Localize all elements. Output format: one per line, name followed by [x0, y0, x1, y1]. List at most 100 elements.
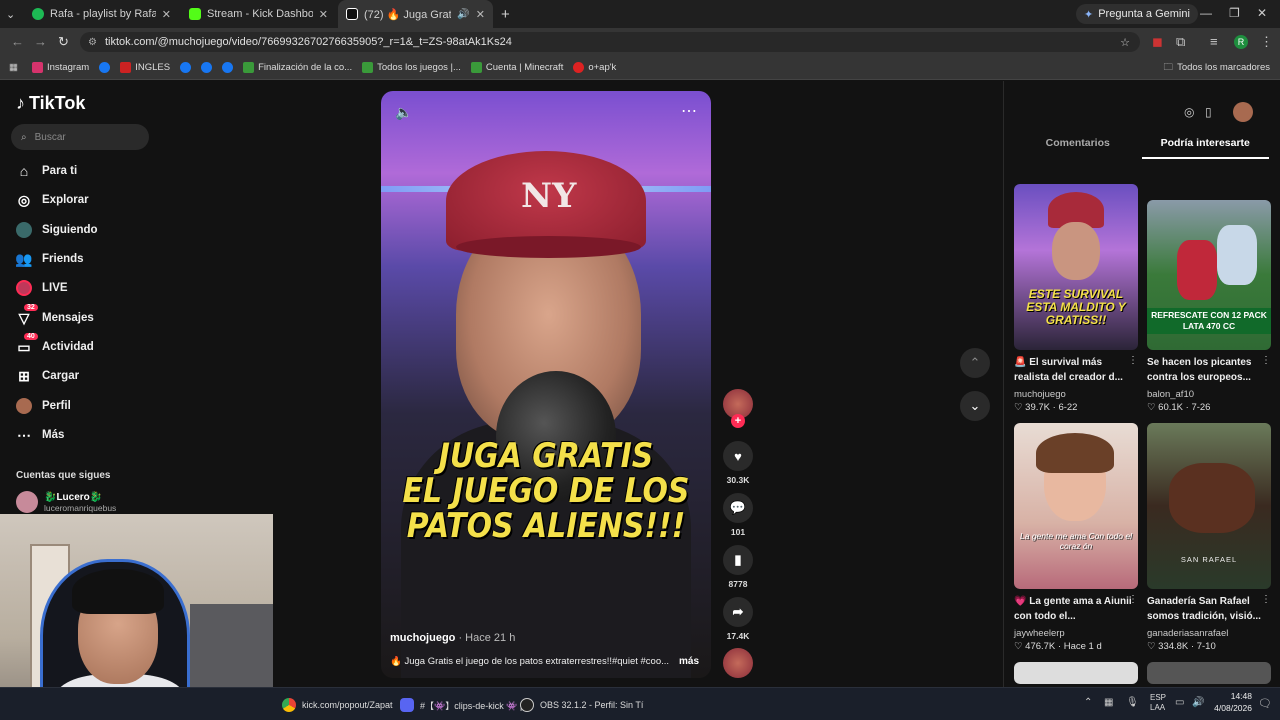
bookmark-facebook-3[interactable] — [201, 62, 213, 73]
comment-action[interactable]: 💬 101 — [722, 493, 754, 537]
bookmark-ingles[interactable]: INGLES — [120, 62, 170, 73]
taskbar-item-discord[interactable]: #【👾】clips-de-kick 👾 | — [400, 698, 522, 712]
recommended-title[interactable]: Se hacen los picantes contra los europeo… — [1147, 355, 1267, 385]
url-bar[interactable]: ⚙ tiktok.com/@muchojuego/video/766993267… — [80, 32, 1140, 52]
recommended-thumbnail[interactable]: La gente me ama Con todo el coraz ón — [1014, 423, 1138, 589]
next-video-button[interactable]: ⌄ — [960, 391, 990, 421]
bookmark-facebook[interactable] — [99, 62, 111, 73]
network-icon[interactable]: ▭ — [1175, 697, 1184, 708]
nav-para-ti[interactable]: ⌂ Para ti — [16, 160, 156, 182]
close-window-icon[interactable]: ✕ — [1257, 6, 1267, 20]
close-icon[interactable]: ✕ — [162, 8, 171, 21]
new-tab-button[interactable]: + — [493, 0, 518, 28]
site-info-icon[interactable]: ⚙ — [88, 37, 97, 48]
tab-search-button[interactable]: ⌄ — [0, 0, 15, 28]
comment-icon[interactable]: 💬 — [723, 493, 753, 523]
tab-comentarios[interactable]: Comentarios — [1014, 137, 1142, 159]
like-action[interactable]: ♥ 30.3K — [722, 441, 754, 485]
more-options-icon[interactable]: ⋯ — [681, 101, 697, 121]
menu-icon[interactable]: ⋮ — [1260, 34, 1273, 50]
profile-avatar[interactable]: R — [1234, 35, 1248, 49]
tab-podria-interesarte[interactable]: Podría interesarte — [1141, 137, 1269, 159]
maximize-icon[interactable]: ❐ — [1229, 6, 1240, 20]
share-action[interactable]: ➦ 17.4K — [722, 597, 754, 641]
tab-2[interactable]: Stream - Kick Dashboard ✕ — [181, 0, 336, 28]
compass-icon[interactable]: ◎ — [1184, 105, 1194, 119]
save-action[interactable]: ▮ 8778 — [722, 545, 754, 589]
mute-icon[interactable]: 🔈 — [395, 104, 412, 121]
recommended-thumbnail[interactable] — [1014, 662, 1138, 684]
close-icon[interactable]: ✕ — [319, 8, 328, 21]
recommended-thumbnail[interactable] — [1147, 662, 1271, 684]
nav-live[interactable]: LIVE — [16, 277, 156, 299]
nav-cargar[interactable]: ⊞ Cargar — [16, 365, 156, 387]
nav-actividad[interactable]: ▭ 40 Actividad — [16, 333, 156, 358]
all-bookmarks[interactable]: 🗀 Todos los marcadores — [1164, 60, 1270, 76]
language-indicator[interactable]: ESP LAA — [1150, 693, 1166, 713]
volume-icon[interactable]: 🔊 — [1192, 697, 1204, 708]
tray-app-icon[interactable]: ▦ — [1104, 697, 1113, 708]
recommended-thumbnail[interactable]: REFRESCATE CON 12 PACK LATA 470 CC — [1147, 200, 1271, 350]
following-user[interactable]: 🐉Lucero🐉 luceromanriquebus — [16, 491, 116, 513]
more-options-icon[interactable]: ⋮ — [1261, 355, 1271, 366]
search-input[interactable]: ⌕ Buscar — [11, 124, 149, 150]
tab-1[interactable]: Rafa - playlist by Rafael.xared | ✕ — [24, 0, 179, 28]
bookmark-finalizacion[interactable]: Finalización de la co... — [243, 62, 352, 73]
star-icon[interactable]: ☆ — [1120, 36, 1130, 49]
nav-siguiendo[interactable]: Siguiendo — [16, 219, 156, 241]
follow-plus-icon[interactable]: + — [731, 414, 745, 428]
bookmark-facebook-2[interactable] — [180, 62, 192, 73]
nav-explorar[interactable]: ◎ Explorar — [16, 189, 156, 211]
puzzle-icon[interactable]: ⧉ — [1176, 34, 1185, 50]
forward-icon[interactable]: → — [34, 34, 47, 49]
recommended-user[interactable]: jaywheelerp — [1014, 628, 1065, 639]
more-options-icon[interactable]: ⋮ — [1261, 594, 1271, 605]
nav-mensajes[interactable]: ▽ 32 Mensajes — [16, 304, 156, 329]
gemini-button[interactable]: ✦ Pregunta a Gemini — [1076, 4, 1198, 24]
close-icon[interactable]: ✕ — [476, 8, 485, 21]
recommended-title[interactable]: 💗 La gente ama a Aiunii con todo el... — [1014, 594, 1134, 624]
share-icon[interactable]: ➦ — [723, 597, 753, 627]
speaker-icon[interactable]: 🔊 — [457, 9, 469, 20]
chevron-up-icon[interactable]: ⌃ — [1084, 697, 1092, 708]
bookmark-minecraft[interactable]: Cuenta | Minecraft — [470, 62, 563, 73]
recommended-title[interactable]: Ganadería San Rafael somos tradición, vi… — [1147, 594, 1267, 624]
device-icon[interactable]: ▯ — [1205, 105, 1212, 119]
minimize-icon[interactable]: — — [1200, 6, 1212, 20]
taskbar-item-chrome[interactable]: kick.com/popout/Zapat — [282, 698, 393, 712]
heart-icon[interactable]: ♥ — [723, 441, 753, 471]
recommended-user[interactable]: muchojuego — [1014, 389, 1066, 400]
bookmark-todos-juegos[interactable]: Todos los juegos |... — [362, 62, 461, 73]
bookmark-oapk[interactable]: o+ap'k — [573, 62, 616, 73]
taskbar-item-obs[interactable]: OBS 32.1.2 - Perfil: Sin Tí — [520, 698, 643, 712]
extension-icon[interactable]: ◼ — [1152, 34, 1163, 50]
recommended-thumbnail[interactable]: SAN RAFAEL — [1147, 423, 1271, 589]
clock-date[interactable]: 4/08/2026 — [1208, 703, 1252, 713]
tab-3-active[interactable]: (72) 🔥 Juga Gratis el juego 🔊 ✕ — [338, 0, 493, 28]
nav-perfil[interactable]: Perfil — [16, 395, 156, 417]
author-avatar-action[interactable]: + — [722, 389, 754, 428]
notification-icon[interactable]: 🗨 — [1258, 697, 1272, 710]
video-player[interactable]: NY 🔈 ⋯ JUGA GRATIS EL JUEGO DE LOS PATOS… — [381, 91, 711, 678]
recommended-user[interactable]: ganaderiasanrafael — [1147, 628, 1228, 639]
tiktok-logo[interactable]: ♪ TikTok — [16, 93, 85, 114]
sound-disc[interactable] — [722, 648, 754, 678]
bookmark-icon[interactable]: ▮ — [723, 545, 753, 575]
caption-more-link[interactable]: más — [679, 656, 699, 667]
nav-mas[interactable]: ⋯ Más — [16, 424, 156, 446]
nav-friends[interactable]: 👥 Friends — [15, 248, 156, 270]
recommended-thumbnail[interactable]: ESTE SURVIVAL ESTA MALDITO Y GRATISS!! — [1014, 184, 1138, 350]
previous-video-button[interactable]: ⌃ — [960, 348, 990, 378]
recommended-user[interactable]: balon_af10 — [1147, 389, 1194, 400]
back-icon[interactable]: ← — [11, 34, 24, 49]
bookmark-facebook-4[interactable] — [222, 62, 234, 73]
microphone-icon[interactable]: 🎙 — [1126, 697, 1139, 708]
bookmark-instagram[interactable]: Instagram — [31, 62, 89, 73]
media-icon[interactable]: ≡ — [1210, 34, 1218, 49]
avatar[interactable] — [1233, 102, 1253, 122]
reload-icon[interactable]: ↻ — [58, 34, 69, 50]
video-author[interactable]: muchojuego · Hace 21 h — [390, 632, 515, 644]
more-options-icon[interactable]: ⋮ — [1128, 594, 1138, 605]
apps-icon[interactable]: ▦ — [9, 62, 18, 73]
clock-time[interactable]: 14:48 — [1212, 691, 1252, 701]
